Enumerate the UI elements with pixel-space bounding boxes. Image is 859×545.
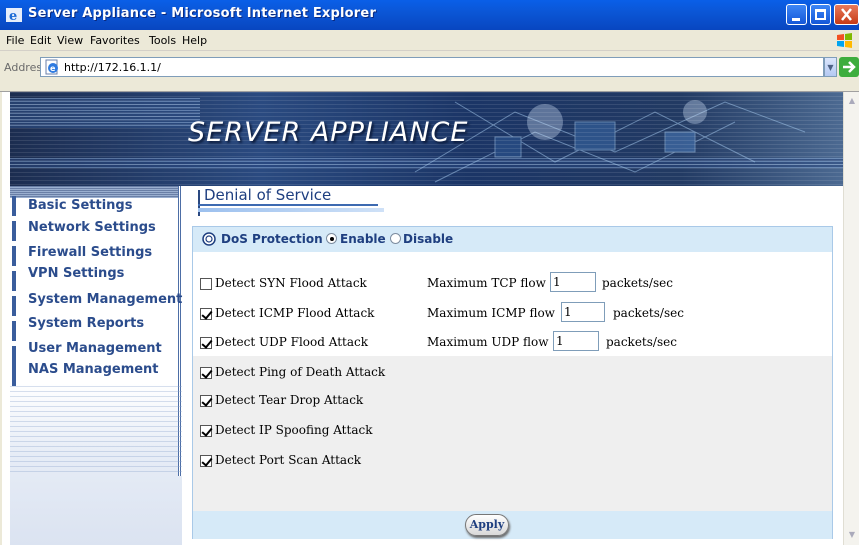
scroll-down-arrow-icon[interactable]: ▼ [845, 528, 859, 542]
ip-spoofing-label: Detect IP Spoofing Attack [215, 423, 373, 437]
icmp-flood-checkbox[interactable] [200, 308, 212, 320]
banner: SERVER APPLIANCE [10, 92, 843, 186]
port-scan-label: Detect Port Scan Attack [215, 453, 362, 467]
syn-flood-checkbox[interactable] [200, 278, 212, 290]
page-icon: e [45, 59, 58, 75]
menu-favorites[interactable]: Favorites [90, 34, 140, 47]
menu-file[interactable]: File [6, 34, 24, 47]
address-url: http://172.16.1.1/ [64, 61, 161, 74]
close-button[interactable] [834, 4, 859, 25]
sidebar-item-vpn-settings[interactable]: VPN Settings [28, 266, 124, 281]
dos-settings-panel: DoS Protection : Enable Disable Detect S… [192, 226, 833, 539]
settings-bullet-icon [202, 232, 216, 246]
banner-title: SERVER APPLIANCE [188, 117, 469, 148]
tcp-unit-label: packets/sec [602, 276, 673, 290]
menu-help[interactable]: Help [182, 34, 207, 47]
tear-drop-label: Detect Tear Drop Attack [215, 393, 364, 407]
port-scan-checkbox[interactable] [200, 455, 212, 467]
icmp-flood-label: Detect ICMP Flood Attack [215, 306, 375, 320]
sidebar: Basic Settings Network Settings Firewall… [10, 186, 182, 545]
tear-drop-checkbox[interactable] [200, 395, 212, 407]
udp-unit-label: packets/sec [606, 335, 677, 349]
udp-flood-label: Detect UDP Flood Attack [215, 335, 368, 349]
menu-bar: File Edit View Favorites Tools Help [0, 30, 859, 51]
ip-spoofing-checkbox[interactable] [200, 425, 212, 437]
disable-radio-label: Disable [403, 232, 454, 246]
minimize-button[interactable] [786, 4, 807, 25]
menu-tools[interactable]: Tools [149, 34, 176, 47]
sidebar-item-network-settings[interactable]: Network Settings [28, 220, 156, 235]
disable-radio[interactable] [390, 233, 401, 244]
close-icon [841, 8, 852, 21]
menu-view[interactable]: View [57, 34, 83, 47]
page-title-decoration: Denial of Service [192, 186, 384, 216]
icmp-unit-label: packets/sec [613, 306, 684, 320]
max-tcp-flow-label: Maximum TCP flow [427, 276, 546, 290]
dos-protection-label: DoS Protection : [221, 232, 332, 246]
window-title: Server Appliance - Microsoft Internet Ex… [28, 6, 377, 21]
syn-flood-label: Detect SYN Flood Attack [215, 276, 367, 290]
scroll-up-arrow-icon[interactable]: ▲ [845, 94, 859, 108]
sidebar-item-system-reports[interactable]: System Reports [28, 316, 144, 331]
ping-of-death-label: Detect Ping of Death Attack [215, 365, 386, 379]
maximize-button[interactable] [810, 4, 831, 25]
address-dropdown-button[interactable]: ▼ [824, 57, 837, 77]
max-icmp-flow-label: Maximum ICMP flow [427, 306, 555, 320]
content-area: Denial of Service DoS Protection : Enabl… [192, 186, 843, 545]
svg-text:e: e [9, 9, 17, 24]
udp-flood-checkbox[interactable] [200, 337, 212, 349]
sidebar-item-user-management[interactable]: User Management [28, 341, 162, 356]
go-button[interactable] [839, 57, 859, 77]
window-titlebar: e Server Appliance - Microsoft Internet … [0, 0, 859, 30]
ping-of-death-checkbox[interactable] [200, 367, 212, 379]
address-bar: Address e http://172.16.1.1/ ▼ [0, 51, 859, 92]
vertical-scrollbar[interactable]: ▲ ▼ [843, 92, 859, 545]
max-icmp-flow-input[interactable]: 1 [561, 302, 605, 322]
max-udp-flow-input[interactable]: 1 [553, 331, 599, 351]
sidebar-item-nas-management[interactable]: NAS Management [28, 362, 159, 377]
page-title: Denial of Service [204, 186, 332, 204]
sidebar-item-system-management[interactable]: System Management [28, 292, 182, 307]
max-tcp-flow-input[interactable]: 1 [550, 272, 596, 292]
menu-edit[interactable]: Edit [30, 34, 51, 47]
address-field[interactable]: e http://172.16.1.1/ [40, 57, 824, 77]
windows-logo-icon [837, 33, 852, 48]
enable-radio-label: Enable [340, 232, 386, 246]
enable-radio[interactable] [326, 233, 337, 244]
svg-text:e: e [50, 64, 56, 73]
internet-explorer-icon: e [6, 8, 22, 24]
apply-button[interactable]: Apply [465, 514, 509, 536]
sidebar-item-firewall-settings[interactable]: Firewall Settings [28, 245, 152, 260]
max-udp-flow-label: Maximum UDP flow [427, 335, 549, 349]
browser-viewport: SERVER APPLIANCE Basic Settings Network … [0, 92, 843, 545]
sidebar-item-basic-settings[interactable]: Basic Settings [28, 198, 132, 213]
